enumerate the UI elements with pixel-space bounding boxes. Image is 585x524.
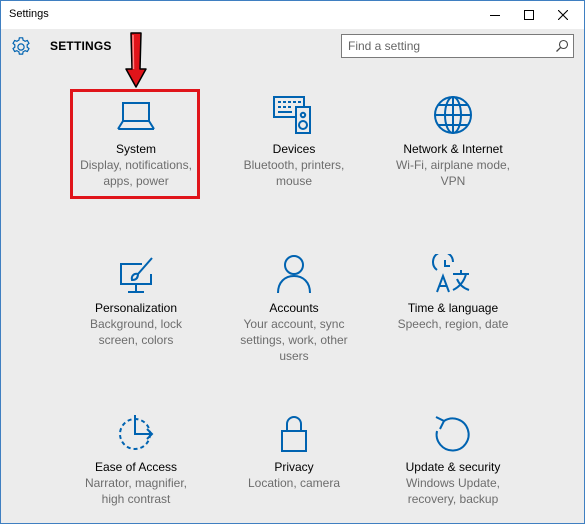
search-box[interactable] [341,34,574,58]
tile-name: Personalization [94,301,178,315]
tile-personalization[interactable]: Personalization Background, lock screen,… [61,254,211,348]
tile-name: Privacy [274,460,314,474]
tile-description: users [279,349,309,363]
close-icon [558,10,568,20]
tile-update-security[interactable]: Update & security Windows Update, recove… [378,413,528,507]
tile-description: Background, lock [89,317,183,331]
maximize-icon [524,10,534,20]
highlight-box [70,89,200,199]
tile-privacy[interactable]: Privacy Location, camera [219,413,369,491]
search-input[interactable] [348,38,548,54]
tile-network[interactable]: Network & Internet Wi-Fi, airplane mode,… [378,95,528,189]
tile-name: Update & security [405,460,501,474]
tile-description: Location, camera [247,476,341,490]
window-title: Settings [9,8,49,20]
tile-description: screen, colors [98,333,174,347]
tile-name: Devices [272,142,316,156]
tile-name: Network & Internet [403,142,503,156]
page-title: SETTINGS [50,39,112,53]
gear-icon [12,37,30,55]
ease-of-access-icon [119,415,154,450]
paintbrush-icon [120,257,153,293]
close-button[interactable] [546,1,580,29]
tile-description: VPN [440,174,466,188]
globe-icon [434,96,472,134]
minimize-button[interactable] [478,1,512,29]
tile-description: Wi-Fi, airplane mode, [395,158,511,172]
refresh-icon [435,416,470,452]
tile-description: mouse [275,174,313,188]
tile-description: Bluetooth, printers, [243,158,345,172]
keyboard-speaker-icon [273,96,311,134]
tile-accounts[interactable]: Accounts Your account, sync settings, wo… [219,254,369,364]
tile-name: Accounts [269,301,319,315]
tile-ease-of-access[interactable]: Ease of Access Narrator, magnifier, high… [61,413,211,507]
tile-description: Speech, region, date [397,317,509,331]
tile-description: recovery, backup [407,492,499,506]
time-language-icon [432,254,470,293]
tile-devices[interactable]: Devices Bluetooth, printers, mouse [219,95,369,189]
lock-icon [281,416,307,452]
tile-name: Time & language [407,301,499,315]
title-bar: Settings [1,1,584,29]
tile-description: high contrast [101,492,171,506]
maximize-button[interactable] [512,1,546,29]
person-icon [277,255,311,294]
tile-description: settings, work, other [240,333,348,347]
tile-description: Your account, sync [243,317,345,331]
tile-description: Windows Update, [405,476,501,490]
minimize-icon [490,15,500,16]
search-icon[interactable] [555,39,569,53]
tile-name: Ease of Access [94,460,178,474]
arrow-down-icon [125,32,147,88]
settings-window: Settings SETTINGS System [0,0,585,524]
tile-time-language[interactable]: Time & language Speech, region, date [378,254,528,332]
tile-description: Narrator, magnifier, [84,476,188,490]
